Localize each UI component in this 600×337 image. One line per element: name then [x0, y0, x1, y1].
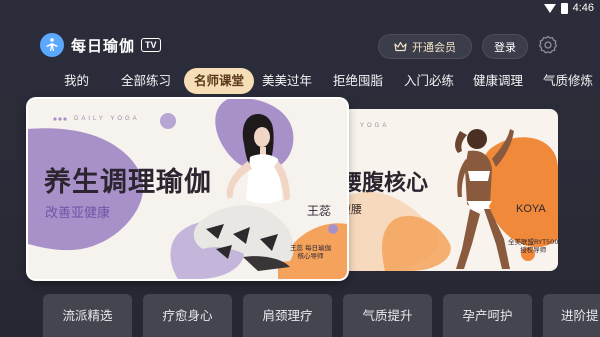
status-time: 4:46: [572, 2, 594, 14]
tab-health[interactable]: 健康调理: [473, 68, 523, 94]
vip-label: 开通会员: [412, 40, 456, 54]
tab-fat-burn[interactable]: 拒绝囤脂: [333, 68, 383, 94]
crown-icon: [394, 41, 407, 52]
battery-icon: [561, 3, 568, 14]
category-button-schools[interactable]: 流派精选: [43, 294, 132, 337]
tab-new-year[interactable]: 美美过年: [262, 68, 312, 94]
app-name: 每日瑜伽: [71, 36, 136, 55]
tab-all-practice[interactable]: 全部练习: [121, 68, 171, 94]
banner-subtitle: 改善亚健康: [45, 206, 111, 221]
instructor-name: KOYA: [516, 203, 546, 215]
tab-temperament[interactable]: 气质修炼: [543, 68, 593, 94]
category-button-pregnancy[interactable]: 孕产呵护: [443, 294, 532, 337]
banner-title: 腰腹核心: [340, 171, 429, 196]
login-label: 登录: [494, 40, 516, 54]
login-button[interactable]: 登录: [482, 34, 528, 59]
banner-tagline: YOGA: [360, 123, 390, 129]
category-tabs: 我的 全部练习 名师课堂 美美过年 拒绝囤脂 入门必练 健康调理 气质修炼: [0, 68, 600, 94]
course-banner-core[interactable]: YOGA 腰腹核心 瘦腰 KOYA 全美联盟RYT500 授权导师: [340, 109, 558, 271]
banner-title: 养生调理瑜伽: [44, 167, 212, 198]
category-button-healing[interactable]: 疗愈身心: [143, 294, 232, 337]
tv-badge: TV: [141, 38, 161, 52]
instructor-caption: 全美联盟RYT500 授权导师: [508, 238, 558, 254]
category-button-temperament[interactable]: 气质提升: [343, 294, 432, 337]
tab-beginner[interactable]: 入门必练: [404, 68, 454, 94]
gear-icon[interactable]: [538, 35, 558, 55]
yoga-logo-icon: [40, 33, 64, 57]
tab-master-class[interactable]: 名师课堂: [184, 68, 255, 94]
instructor-name: 王蕊: [307, 204, 332, 218]
course-banner-health[interactable]: DAILY YOGA 养生调理瑜伽 改善亚健康 王蕊 王蕊 每日瑜伽 核心导师: [28, 99, 347, 279]
status-bar: 4:46: [0, 0, 600, 18]
wifi-icon: [544, 4, 556, 13]
app-logo: 每日瑜伽 TV: [40, 32, 161, 58]
category-button-advanced[interactable]: 进阶提: [543, 294, 600, 337]
banner-tagline: DAILY YOGA: [74, 116, 140, 122]
instructor-caption: 王蕊 每日瑜伽 核心导师: [290, 244, 332, 260]
tab-mine[interactable]: 我的: [64, 68, 89, 94]
vip-button[interactable]: 开通会员: [378, 34, 472, 59]
category-button-neck-shoulder[interactable]: 肩颈理疗: [243, 294, 332, 337]
